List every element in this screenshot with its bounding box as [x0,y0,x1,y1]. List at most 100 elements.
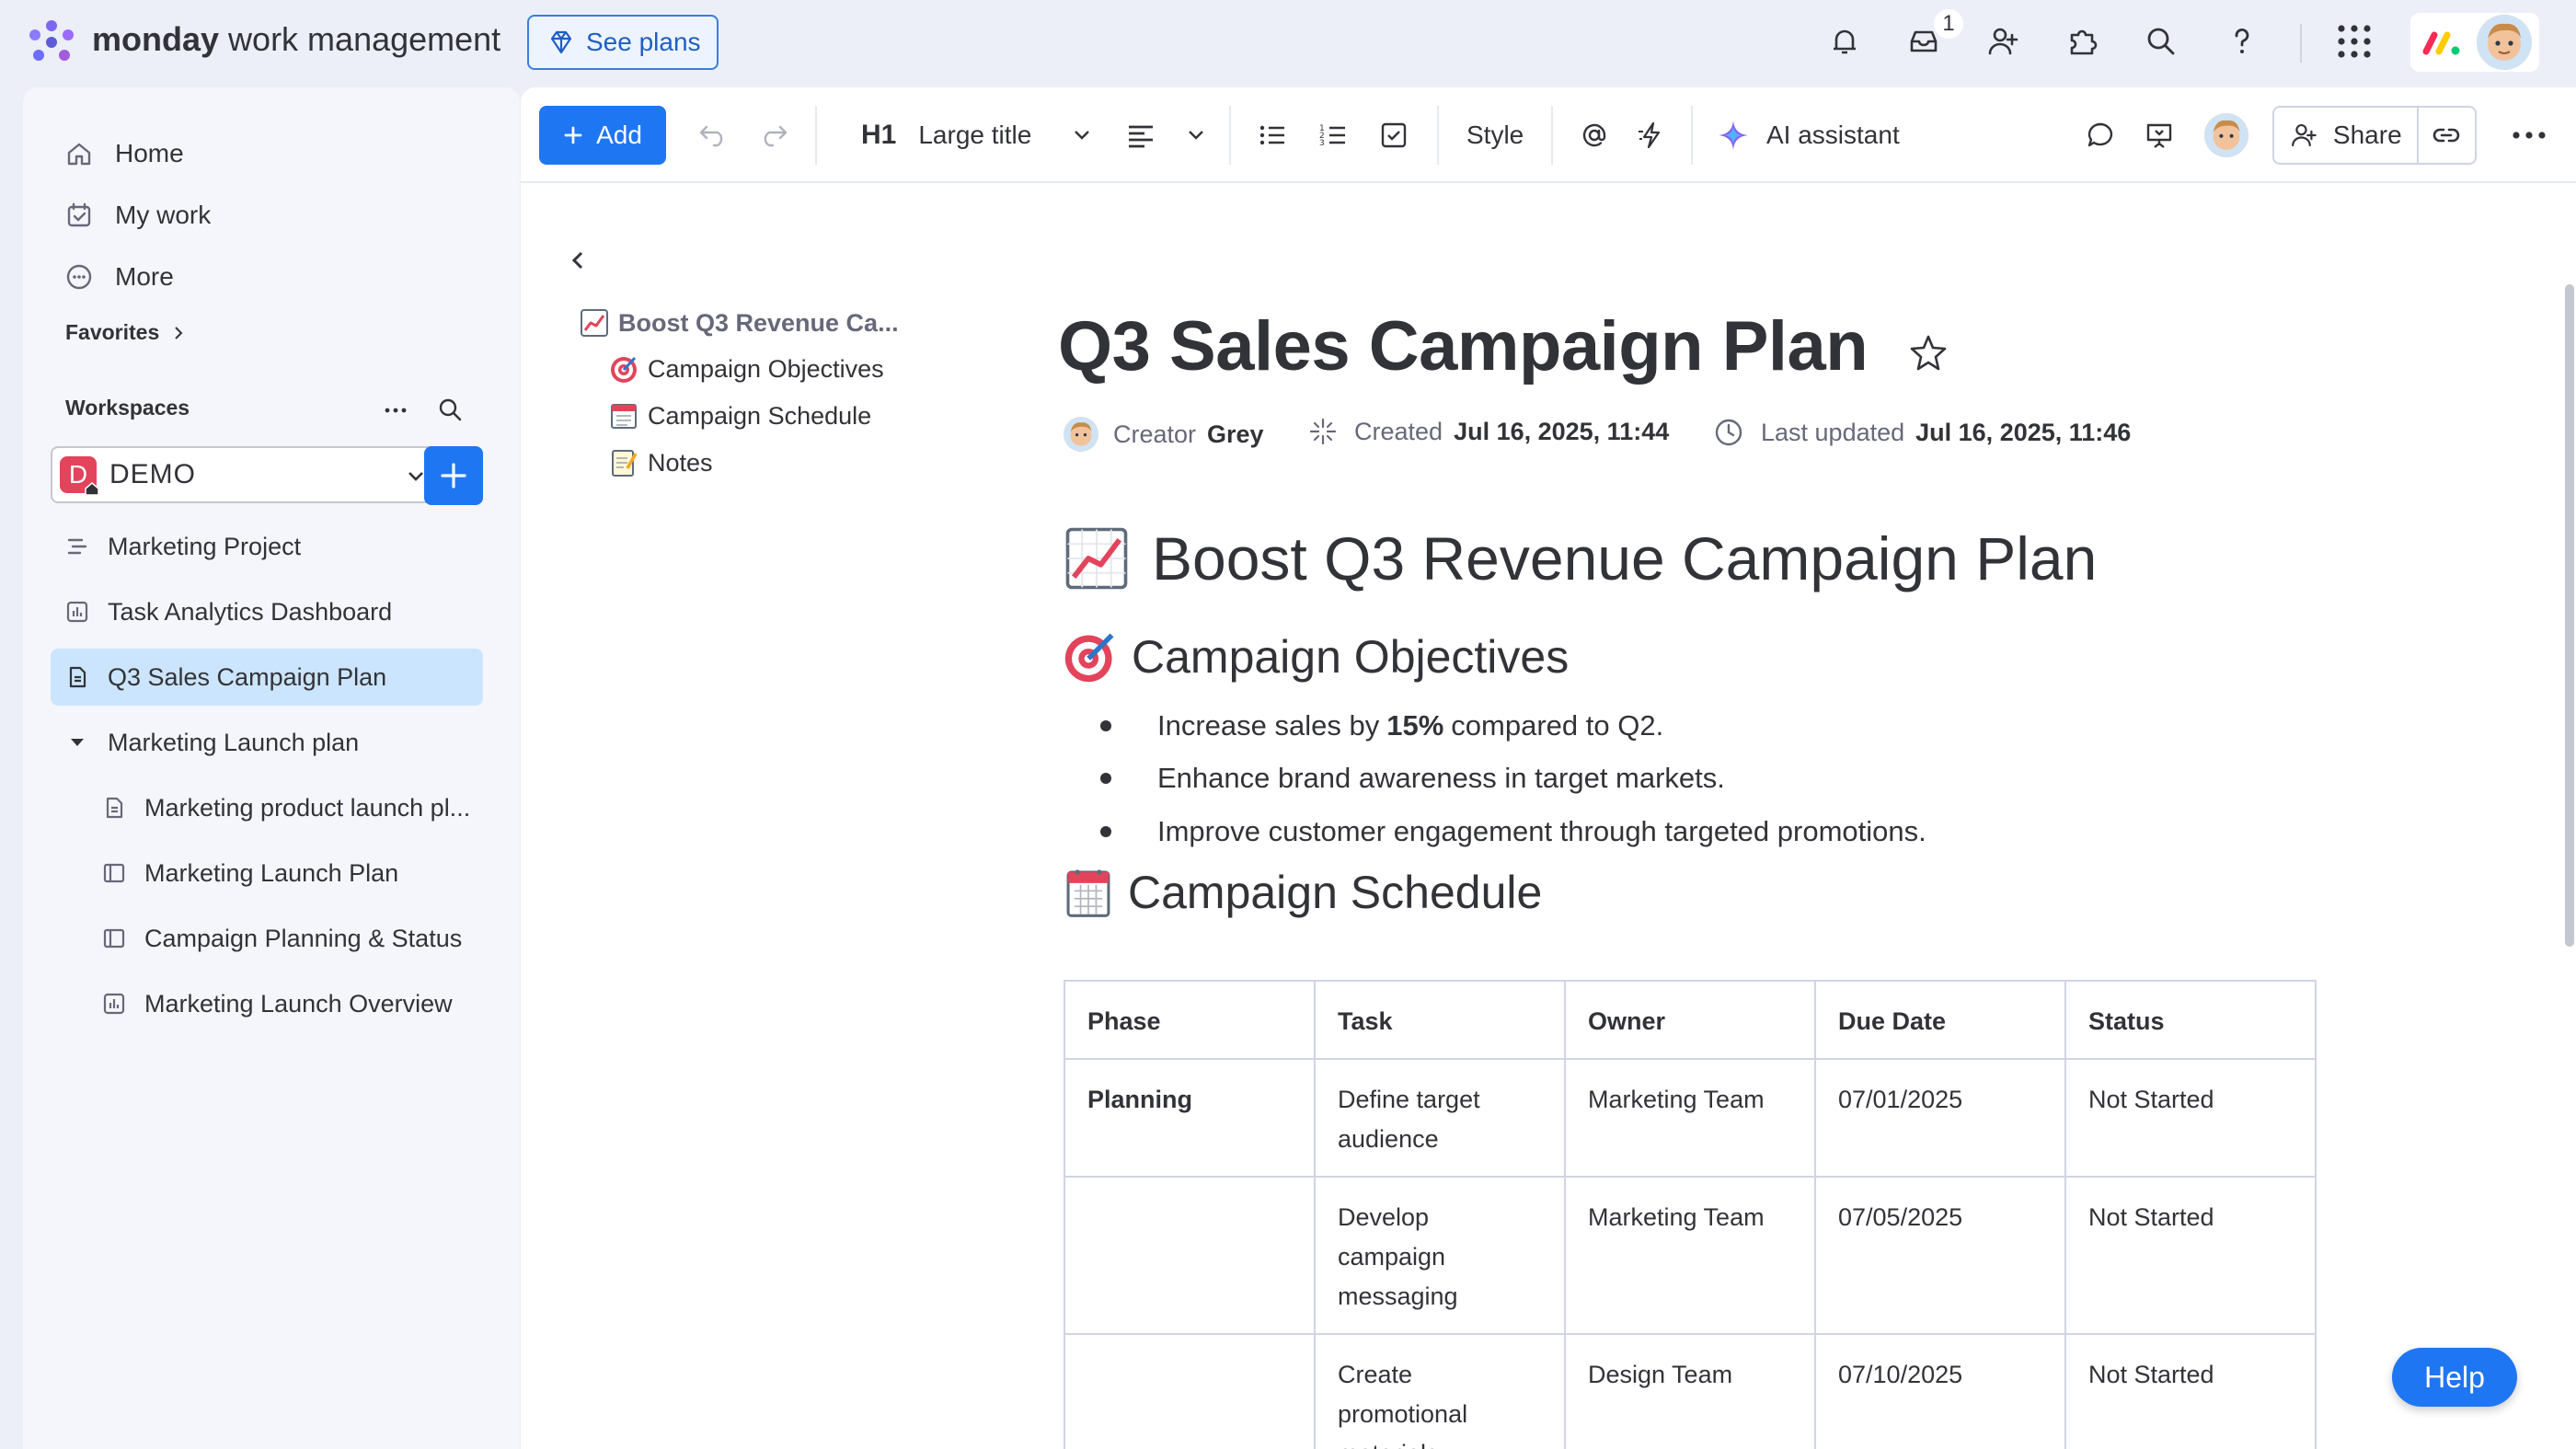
notifications-bell-icon[interactable] [1823,20,1866,63]
add-workspace-item-button[interactable] [424,446,483,505]
heading-text: Campaign Objectives [1132,631,1570,683]
more-options-icon[interactable] [2506,111,2552,159]
outline-item-campaign-schedule[interactable]: Campaign Schedule [609,401,871,431]
account-menu[interactable] [2410,13,2539,72]
sidebar-nav-home[interactable]: Home [63,126,184,181]
sidebar-item-marketing-launch-plan-board[interactable]: Marketing Launch Plan [100,845,505,902]
table-header-cell[interactable]: Owner [1564,980,1816,1060]
monday-logo-icon[interactable] [28,18,75,64]
workspace-logo: D [60,456,99,496]
sidebar-item-label: Marketing product launch pl... [144,793,471,822]
table-header-cell[interactable]: Status [2064,980,2317,1060]
chevron-down-icon[interactable] [1064,111,1100,159]
favorites-section[interactable]: Favorites [65,320,185,345]
table-cell[interactable]: Marketing Team [1564,1176,1816,1335]
align-left-icon[interactable] [1121,111,1161,159]
table-cell[interactable]: Planning [1064,1058,1316,1178]
undo-icon[interactable] [692,111,734,159]
comment-icon[interactable] [2079,111,2122,159]
document-title[interactable]: Q3 Sales Campaign Plan [1058,306,1869,386]
search-icon[interactable] [2140,20,2182,63]
table-cell[interactable]: 07/01/2025 [1814,1058,2066,1178]
table-header-cell[interactable]: Phase [1064,980,1316,1060]
collaborator-avatar[interactable] [2204,113,2248,157]
chevron-down-icon[interactable] [63,729,91,756]
sidebar-nav-label: Home [115,139,184,167]
outline-item-campaign-objectives[interactable]: Campaign Objectives [609,354,884,384]
share-button[interactable]: Share [2274,108,2419,163]
table-cell[interactable]: Develop campaign messaging [1314,1176,1566,1335]
sidebar-item-marketing-launch-overview[interactable]: Marketing Launch Overview [100,975,505,1032]
heading-style-dropdown[interactable]: H1 Large title [861,111,1031,159]
table-cell[interactable] [1064,1176,1316,1335]
heading-boost-q3[interactable]: Boost Q3 Revenue Campaign Plan [1064,523,2097,593]
sidebar-item-label: Campaign Planning & Status [144,924,463,952]
table-cell[interactable]: Marketing Team [1564,1058,1816,1178]
outline-item-boost-q3[interactable]: Boost Q3 Revenue Ca... [580,308,899,338]
table-cell[interactable]: 07/10/2025 [1814,1333,2066,1449]
sidebar-item-campaign-planning-status[interactable]: Campaign Planning & Status [100,910,505,967]
table-header-cell[interactable]: Due Date [1814,980,2066,1060]
objective-bullet-2[interactable]: Enhance brand awareness in target market… [1100,762,1725,795]
objective-bullet-3[interactable]: Improve customer engagement through targ… [1100,815,1926,848]
favorite-star-icon[interactable] [1908,332,1949,373]
objective-bullet-1[interactable]: Increase sales by 15% compared to Q2. [1100,709,1663,742]
add-button[interactable]: Add [539,106,666,165]
apps-grid-icon[interactable] [2333,20,2375,63]
automation-icon[interactable] [1630,111,1673,159]
table-cell[interactable]: Not Started [2064,1176,2317,1335]
clock-icon [1715,419,1742,446]
document-scrollbar[interactable] [2563,183,2576,1449]
table-cell[interactable]: Define target audience [1314,1058,1566,1178]
workspace-search-icon[interactable] [437,397,465,424]
monday-mark-icon [2422,31,2460,55]
ai-assistant-button[interactable]: AI assistant [1717,111,1900,159]
redo-icon[interactable] [753,111,795,159]
bullet-dot [1100,773,1111,784]
target-emoji-icon [1064,633,1114,683]
outline-item-notes[interactable]: Notes [609,448,713,477]
collapse-outline-icon[interactable] [561,244,594,277]
chevron-down-icon[interactable] [1178,111,1214,159]
sidebar-item-task-analytics-dashboard[interactable]: Task Analytics Dashboard [60,583,505,640]
sidebar-item-marketing-project[interactable]: Marketing Project [60,518,505,575]
table-cell[interactable] [1064,1333,1316,1449]
present-icon[interactable] [2138,111,2180,159]
table-cell[interactable]: 07/05/2025 [1814,1176,2066,1335]
toolbar-divider [1229,106,1231,165]
help-question-icon[interactable] [2221,20,2263,63]
style-button[interactable]: Style [1466,111,1524,159]
sidebar-nav-my-work[interactable]: My work [63,188,211,243]
copy-link-icon[interactable] [2419,108,2475,163]
workspace-selector[interactable]: D DEMO [51,446,441,503]
sidebar-nav-more[interactable]: More [63,249,174,305]
table-header-cell[interactable]: Task [1314,980,1566,1060]
sidebar-folder-marketing-launch-plan[interactable]: Marketing Launch plan [60,714,505,771]
favorites-label: Favorites [65,320,160,344]
help-button[interactable]: Help [2392,1348,2517,1407]
table-cell[interactable]: Create promotional materials [1314,1333,1566,1449]
heading-style-label: Large title [918,121,1032,149]
checklist-icon[interactable] [1373,111,1415,159]
invite-members-icon[interactable] [1982,20,2024,63]
toolbar-divider [1437,106,1439,165]
table-cell[interactable]: Not Started [2064,1058,2317,1178]
table-cell[interactable]: Design Team [1564,1333,1816,1449]
heading-campaign-schedule[interactable]: Campaign Schedule [1064,866,1542,919]
brand-rest: work management [228,20,501,58]
workspace-options-icon[interactable] [382,397,409,424]
numbered-list-icon[interactable]: 123 [1312,111,1354,159]
calendar-emoji-icon [1066,869,1110,917]
campaign-schedule-table: Phase Task Owner Due Date Status Plannin… [1064,980,2317,1449]
table-cell[interactable]: Not Started [2064,1333,2317,1449]
scrollbar-thumb[interactable] [2565,284,2574,947]
bulleted-list-icon[interactable] [1251,111,1294,159]
heading-campaign-objectives[interactable]: Campaign Objectives [1064,630,1569,684]
sidebar-item-marketing-product-launch[interactable]: Marketing product launch pl... [100,779,505,836]
see-plans-button[interactable]: See plans [527,15,719,70]
brand-name[interactable]: monday work management [92,20,500,59]
mention-icon[interactable] [1573,111,1616,159]
sidebar-item-q3-sales-campaign-plan[interactable]: Q3 Sales Campaign Plan [51,649,483,706]
integrations-puzzle-icon[interactable] [2061,20,2103,63]
sidebar-item-label: Q3 Sales Campaign Plan [108,662,387,691]
